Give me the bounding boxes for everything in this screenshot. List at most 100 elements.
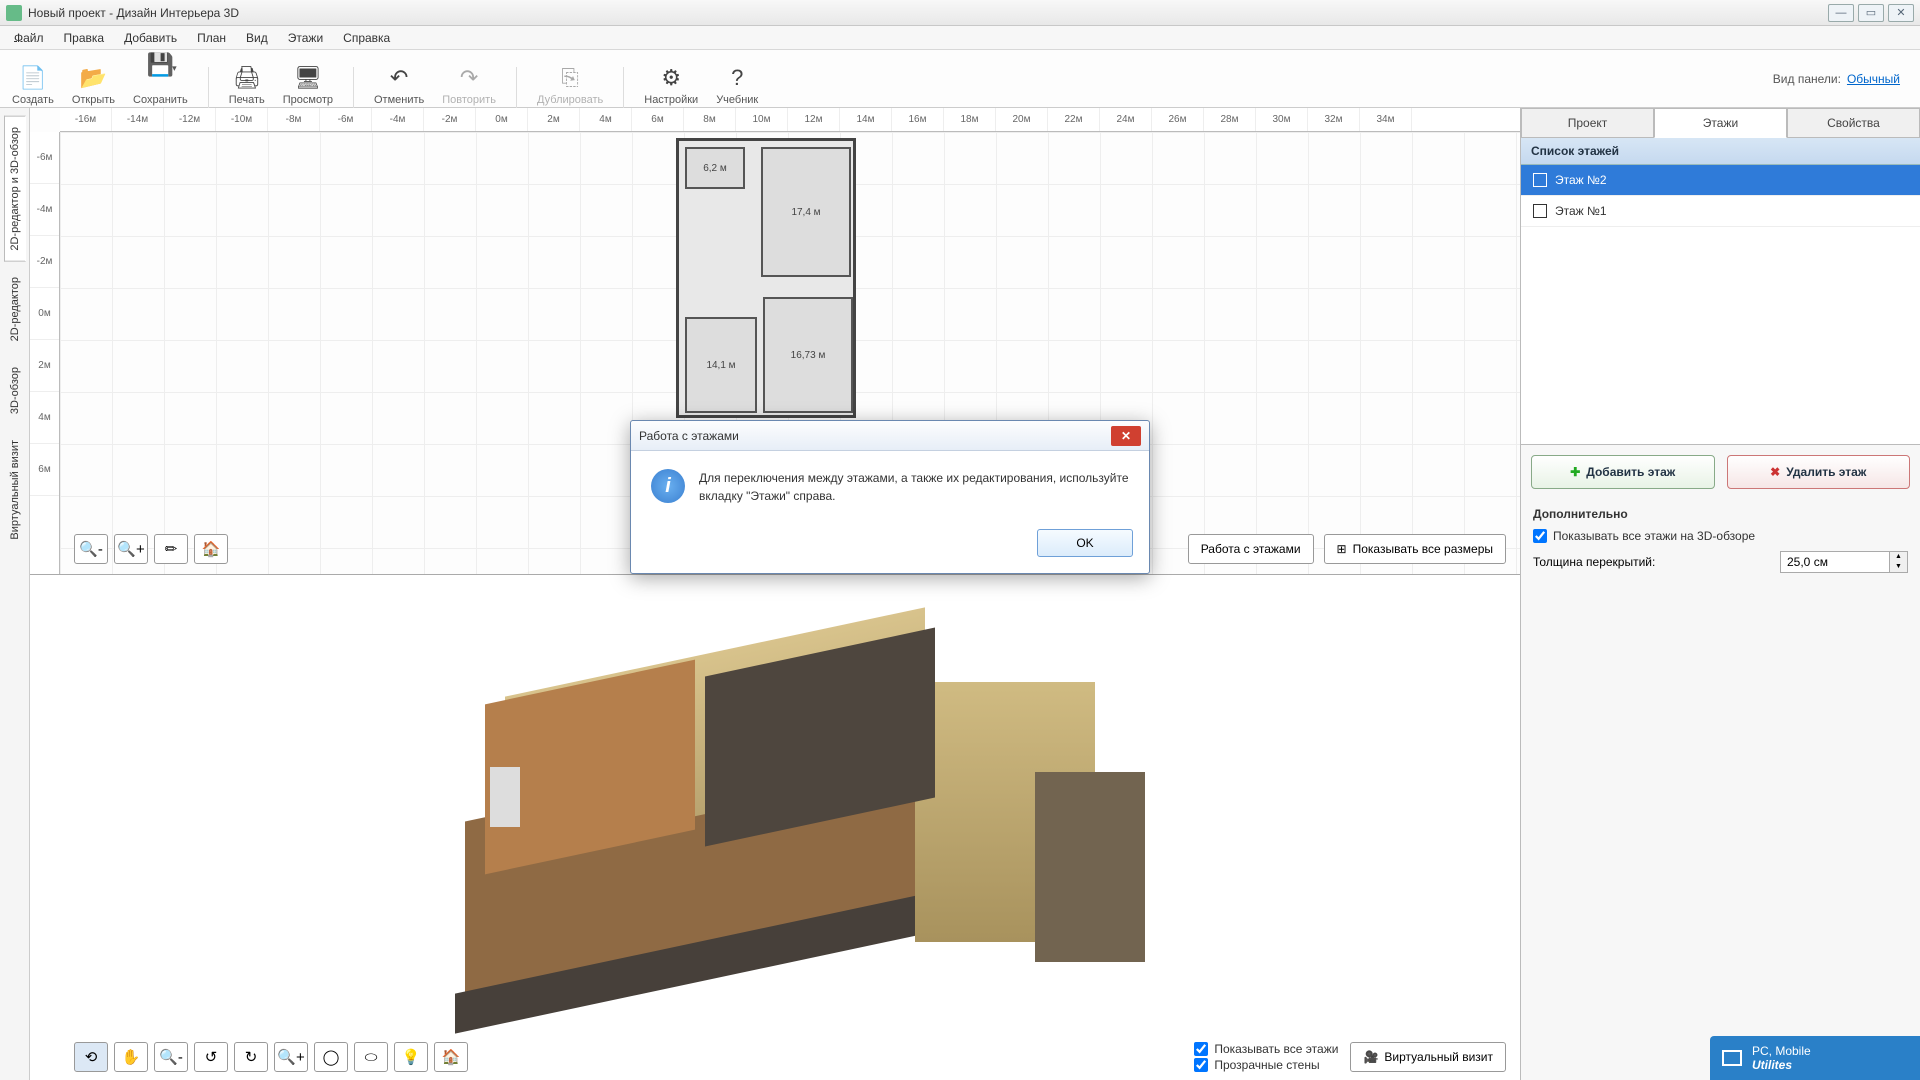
- ruler-tick: 2м: [30, 340, 59, 392]
- checkbox-input[interactable]: [1194, 1042, 1208, 1056]
- toolbar-separator: [353, 67, 354, 109]
- room[interactable]: 17,4 м: [761, 147, 851, 277]
- vp3d-tool[interactable]: 🏠: [434, 1042, 468, 1072]
- add-floor-label: Добавить этаж: [1586, 465, 1675, 479]
- vp2d-right-button[interactable]: Работа с этажами: [1188, 534, 1314, 564]
- checkbox-input[interactable]: [1194, 1058, 1208, 1072]
- toolbar-Сохранить[interactable]: 💾▾Сохранить: [127, 48, 194, 109]
- toolbar-label: Открыть: [72, 94, 115, 106]
- add-floor-button[interactable]: ✚ Добавить этаж: [1531, 455, 1715, 489]
- ruler-horizontal: -16м-14м-12м-10м-8м-6м-4м-2м0м2м4м6м8м10…: [60, 108, 1520, 132]
- vp2d-right-button[interactable]: ⊞Показывать все размеры: [1324, 534, 1506, 564]
- vp3d-tool[interactable]: 🔍+: [274, 1042, 308, 1072]
- ruler-tick: -16м: [60, 108, 112, 131]
- grid-icon: ⊞: [1337, 542, 1347, 556]
- spinner-down-icon[interactable]: ▼: [1890, 562, 1907, 572]
- floor-label: Этаж №2: [1555, 173, 1607, 187]
- toolbar-Печать[interactable]: 🖨Печать: [223, 61, 271, 109]
- vp2d-tool[interactable]: ✏: [154, 534, 188, 564]
- thickness-input[interactable]: [1780, 551, 1890, 573]
- right-tab-Проект[interactable]: Проект: [1521, 108, 1654, 138]
- vtab-2[interactable]: 3D-обзор: [4, 356, 26, 425]
- floor-list-item[interactable]: Этаж №1: [1521, 196, 1920, 227]
- floor-list: Этаж №2 Этаж №1: [1521, 165, 1920, 445]
- menu-Добавить[interactable]: Добавить: [114, 28, 187, 48]
- ruler-tick: 34м: [1360, 108, 1412, 131]
- window-title: Новый проект - Дизайн Интерьера 3D: [28, 6, 1828, 20]
- toolbar-label: Просмотр: [283, 94, 333, 106]
- vp3d-tool[interactable]: ↻: [234, 1042, 268, 1072]
- virtual-visit-button[interactable]: 🎥 Виртуальный визит: [1350, 1042, 1506, 1072]
- toolbar-Настройки[interactable]: ⚙ Настройки: [638, 61, 704, 109]
- ruler-tick: 12м: [788, 108, 840, 131]
- Настройки-icon: ⚙: [657, 64, 685, 92]
- show-all-3d-checkbox[interactable]: Показывать все этажи на 3D-обзоре: [1533, 529, 1908, 543]
- menu-Этажи[interactable]: Этажи: [278, 28, 333, 48]
- plus-icon: ✚: [1570, 465, 1580, 479]
- show-all-3d-input[interactable]: [1533, 529, 1547, 543]
- room[interactable]: 14,1 м: [685, 317, 757, 413]
- vp3d-tool[interactable]: 💡: [394, 1042, 428, 1072]
- vtab-1[interactable]: 2D-редактор: [4, 266, 26, 352]
- toolbar-Учебник[interactable]: ? Учебник: [710, 61, 764, 109]
- toolbar-label: Настройки: [644, 94, 698, 106]
- dropdown-icon[interactable]: ▾: [172, 63, 177, 74]
- toolbar-label: Учебник: [716, 94, 758, 106]
- delete-floor-button[interactable]: ✖ Удалить этаж: [1727, 455, 1911, 489]
- close-button[interactable]: ✕: [1888, 4, 1914, 22]
- promo-badge[interactable]: PC, Mobile Utilites: [1710, 1036, 1920, 1080]
- floor-icon: [1533, 204, 1547, 218]
- right-tab-Этажи[interactable]: Этажи: [1654, 108, 1787, 138]
- vp3d-tool[interactable]: 🔍-: [154, 1042, 188, 1072]
- minimize-button[interactable]: —: [1828, 4, 1854, 22]
- vp2d-tool[interactable]: 🏠: [194, 534, 228, 564]
- ruler-tick: -6м: [30, 132, 59, 184]
- dialog-ok-button[interactable]: OK: [1037, 529, 1133, 557]
- floorplan[interactable]: 6,2 м 17,4 м14,1 м16,73 м: [676, 138, 856, 418]
- menu-План[interactable]: План: [187, 28, 236, 48]
- vtab-3[interactable]: Виртуальный визит: [4, 429, 26, 551]
- menu-Правка[interactable]: Правка: [54, 28, 115, 48]
- menu-Файл[interactable]: Файл: [4, 28, 54, 48]
- vp3d-tool[interactable]: ↺: [194, 1042, 228, 1072]
- vp2d-tool[interactable]: 🔍-: [74, 534, 108, 564]
- toolbar-Создать[interactable]: 📄Создать: [6, 61, 60, 109]
- Учебник-icon: ?: [723, 64, 751, 92]
- view-mode: Вид панели: Обычный: [1773, 72, 1914, 86]
- vp3d-tool[interactable]: ⬭: [354, 1042, 388, 1072]
- right-tab-Свойства[interactable]: Свойства: [1787, 108, 1920, 138]
- floor-list-header: Список этажей: [1521, 138, 1920, 165]
- floor-list-item[interactable]: Этаж №2: [1521, 165, 1920, 196]
- menu-Вид[interactable]: Вид: [236, 28, 278, 48]
- toolbar-Повторить[interactable]: ↷Повторить: [436, 61, 502, 109]
- ruler-tick: -12м: [164, 108, 216, 131]
- vp3d-tool[interactable]: ◯: [314, 1042, 348, 1072]
- vtab-0[interactable]: 2D-редактор и 3D-обзор: [4, 116, 26, 262]
- toolbar-Отменить[interactable]: ↶Отменить: [368, 61, 430, 109]
- ruler-tick: 10м: [736, 108, 788, 131]
- view-mode-value[interactable]: Обычный: [1847, 72, 1900, 86]
- button-label: Работа с этажами: [1201, 542, 1301, 556]
- menu-Справка[interactable]: Справка: [333, 28, 400, 48]
- room[interactable]: 16,73 м: [763, 297, 853, 413]
- toolbar-label: Дублировать: [537, 94, 603, 106]
- toolbar-Дублировать[interactable]: ⎘Дублировать: [531, 61, 609, 109]
- viewport-3d[interactable]: ⟲✋🔍-↺↻🔍+◯⬭💡🏠 Показывать все этажи Прозрач…: [30, 575, 1520, 1080]
- vp3d-tool[interactable]: ✋: [114, 1042, 148, 1072]
- Просмотр-icon: 🖥: [294, 64, 322, 92]
- vp2d-tool[interactable]: 🔍+: [114, 534, 148, 564]
- vp3d-checkbox[interactable]: Прозрачные стены: [1194, 1058, 1338, 1072]
- thickness-spinner[interactable]: ▲▼: [1780, 551, 1908, 573]
- vp3d-tool[interactable]: ⟲: [74, 1042, 108, 1072]
- ruler-tick: 4м: [30, 392, 59, 444]
- vp3d-checkbox[interactable]: Показывать все этажи: [1194, 1042, 1338, 1056]
- toolbar-Открыть[interactable]: 📂Открыть: [66, 61, 121, 109]
- ruler-tick: 22м: [1048, 108, 1100, 131]
- model-3d[interactable]: [395, 612, 1155, 1042]
- toolbar-Просмотр[interactable]: 🖥 Просмотр: [277, 61, 339, 109]
- room[interactable]: 6,2 м: [685, 147, 745, 189]
- Печать-icon: 🖨: [233, 64, 261, 92]
- dialog-close-button[interactable]: ✕: [1111, 426, 1141, 446]
- spinner-up-icon[interactable]: ▲: [1890, 552, 1907, 562]
- maximize-button[interactable]: ▭: [1858, 4, 1884, 22]
